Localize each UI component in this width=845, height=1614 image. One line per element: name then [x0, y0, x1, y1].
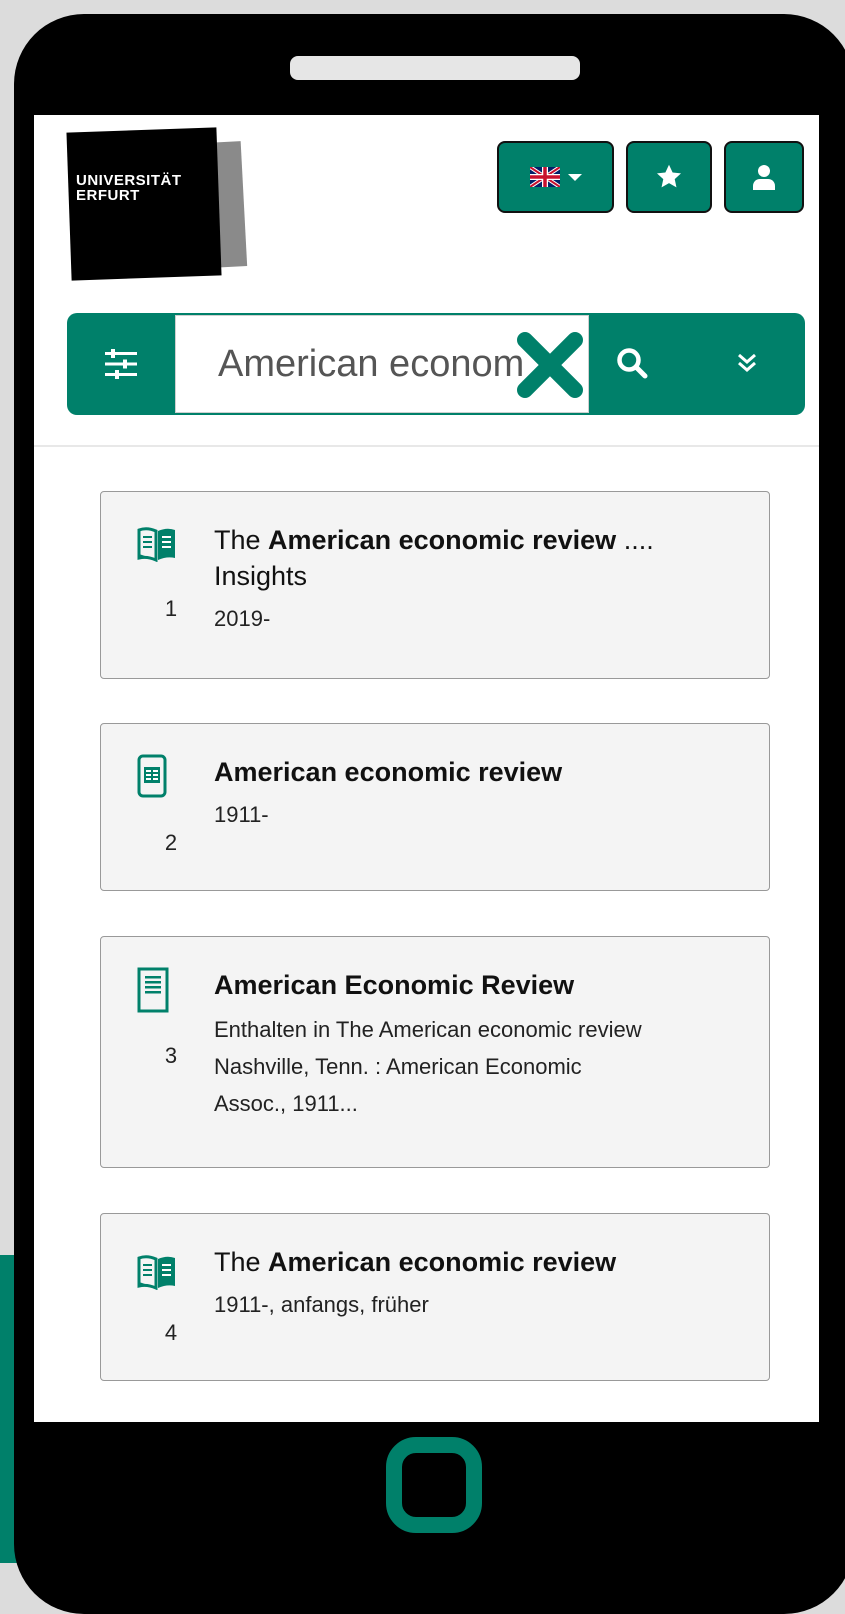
phone-frame: UNIVERSITÄT ERFURT American econom 1 The…: [14, 14, 845, 1614]
phone-screen: UNIVERSITÄT ERFURT American econom 1 The…: [34, 115, 819, 1422]
result-number: 2: [164, 830, 178, 855]
result-title[interactable]: The American economic review .... Insigh…: [214, 522, 749, 594]
result-item[interactable]: 2 American economic review 1911-: [100, 723, 770, 891]
search-bar: [67, 313, 805, 415]
phone-speaker: [290, 56, 580, 80]
result-title[interactable]: The American economic review: [214, 1244, 749, 1280]
result-item[interactable]: 4 The American economic review 1911-, an…: [100, 1213, 770, 1381]
result-number: 4: [164, 1320, 178, 1345]
result-title[interactable]: American economic review: [214, 754, 749, 790]
uk-flag-icon: [529, 167, 560, 187]
clear-search-button[interactable]: [515, 330, 585, 400]
result-number: 3: [164, 1043, 178, 1068]
home-button[interactable]: [386, 1437, 482, 1533]
star-icon: [656, 164, 682, 188]
favorites-button[interactable]: [626, 141, 712, 213]
chevron-down-icon: [567, 173, 582, 181]
result-meta: Enthalten in The American economic revie…: [214, 1017, 642, 1116]
university-logo[interactable]: UNIVERSITÄT ERFURT: [64, 125, 254, 285]
result-title[interactable]: American Economic Review: [214, 967, 749, 1003]
search-button[interactable]: [602, 333, 662, 393]
ebook-icon: [137, 527, 175, 562]
result-meta: 2019-: [214, 606, 271, 631]
search-icon: [617, 348, 648, 379]
account-button[interactable]: [724, 141, 804, 213]
header-divider: [34, 445, 819, 447]
mobile-ejournal-icon: [137, 754, 167, 798]
logo-text: UNIVERSITÄT ERFURT: [76, 172, 182, 204]
result-number: 1: [164, 596, 178, 621]
filter-button[interactable]: [67, 313, 175, 415]
user-icon: [753, 165, 775, 190]
language-button[interactable]: [497, 141, 614, 213]
article-icon: [137, 967, 169, 1013]
result-item[interactable]: 3 American Economic Review Enthalten in …: [100, 936, 770, 1168]
result-item[interactable]: 1 The American economic review .... Insi…: [100, 491, 770, 679]
result-meta: 1911-, anfangs, früher: [214, 1292, 429, 1317]
advanced-search-toggle[interactable]: [722, 338, 772, 388]
ebook-icon: [137, 1255, 175, 1290]
sliders-icon: [105, 349, 137, 379]
result-meta: 1911-: [214, 802, 269, 827]
close-icon: [517, 332, 583, 398]
double-chevron-down-icon: [738, 353, 756, 372]
